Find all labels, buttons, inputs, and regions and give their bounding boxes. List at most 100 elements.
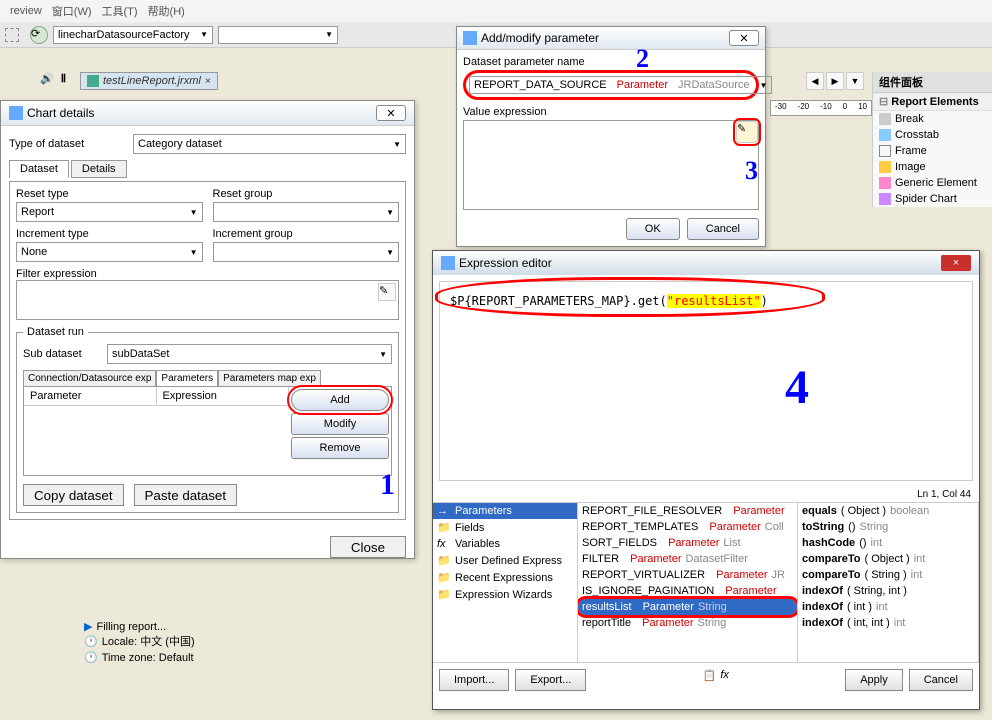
filter-input[interactable]: ✎: [16, 280, 399, 320]
method-item[interactable]: indexOf( int, int ) int: [798, 615, 978, 631]
param-item[interactable]: reportTitle Parameter String: [578, 615, 797, 631]
close-button[interactable]: Close: [330, 536, 406, 558]
tab-param-map[interactable]: Parameters map exp: [218, 370, 321, 387]
chart-details-titlebar: Chart details ✕: [1, 101, 414, 126]
value-expr-input[interactable]: ✎: [463, 120, 759, 210]
chart-details-dialog: Chart details ✕ Type of dataset Category…: [0, 100, 415, 559]
tab-details[interactable]: Details: [71, 160, 127, 178]
method-item[interactable]: indexOf( int ) int: [798, 599, 978, 615]
second-select[interactable]: ▼: [218, 26, 338, 44]
cat-variables[interactable]: fxVariables: [433, 536, 577, 552]
add-button[interactable]: Add: [291, 389, 389, 411]
type-select[interactable]: Category dataset ▼: [133, 134, 406, 154]
datasource-icon[interactable]: ⟳: [30, 26, 48, 44]
tab-parameters[interactable]: Parameters: [156, 370, 218, 387]
method-item[interactable]: compareTo( String ) int: [798, 567, 978, 583]
palette-item-break[interactable]: Break: [873, 111, 992, 127]
sound-toggle[interactable]: 🔊 Ⅱ: [40, 72, 66, 85]
chevron-down-icon: ▼: [200, 30, 208, 39]
dialog-icon: [441, 256, 455, 270]
method-item[interactable]: compareTo( Object ) int: [798, 551, 978, 567]
file-tab[interactable]: testLineReport.jrxml ×: [80, 72, 218, 90]
tick: -30: [775, 102, 787, 114]
close-button[interactable]: ✕: [376, 105, 406, 121]
expression-code-area[interactable]: $P{REPORT_PARAMETERS_MAP}.get("resultsLi…: [439, 281, 973, 481]
tab-connection[interactable]: Connection/Datasource exp: [23, 370, 156, 387]
remove-button[interactable]: Remove: [291, 437, 389, 459]
cat-user-defined[interactable]: 📁User Defined Express: [433, 552, 577, 569]
param-name-select[interactable]: REPORT_DATA_SOURCE Parameter JRDataSourc…: [469, 76, 772, 94]
menu-help[interactable]: 帮助(H): [148, 3, 185, 19]
apply-button[interactable]: Apply: [845, 669, 903, 691]
reset-group-select[interactable]: ▼: [213, 202, 400, 222]
cat-fields[interactable]: 📁Fields: [433, 519, 577, 536]
method-list: equals( Object ) booleantoString() Strin…: [798, 503, 979, 662]
paste-dataset-button[interactable]: Paste dataset: [134, 484, 238, 506]
cat-wizards[interactable]: 📁Expression Wizards: [433, 586, 577, 603]
dataset-run-group: Dataset run Sub dataset subDataSet▼ Conn…: [16, 326, 399, 513]
datasource-value: linecharDatasourceFactory: [58, 29, 189, 41]
cat-recent[interactable]: 📁Recent Expressions: [433, 569, 577, 586]
palette-section: ⊟ Report Elements: [873, 93, 992, 111]
drag-handle-icon[interactable]: [5, 28, 19, 42]
locale-label: Locale: 中文 (中国): [102, 635, 195, 650]
cancel-button[interactable]: Cancel: [909, 669, 973, 691]
fx-icon[interactable]: fx: [720, 669, 729, 691]
tick: 10: [858, 102, 867, 114]
report-status: ▶Filling report... 🕐Locale: 中文 (中国) 🕐Tim…: [84, 620, 195, 666]
method-item[interactable]: toString() String: [798, 519, 978, 535]
prev-icon[interactable]: ◀: [806, 72, 824, 90]
close-button[interactable]: ×: [941, 255, 971, 271]
close-icon[interactable]: ×: [205, 76, 211, 87]
cancel-button[interactable]: Cancel: [687, 218, 759, 240]
frame-icon: [879, 145, 891, 157]
generic-icon: [879, 177, 891, 189]
tick: 0: [843, 102, 847, 114]
param-item[interactable]: IS_IGNORE_PAGINATION Parameter: [578, 583, 797, 599]
chevron-down-icon: ▼: [190, 208, 198, 217]
palette-item-frame[interactable]: Frame: [873, 143, 992, 159]
subdataset-select[interactable]: subDataSet▼: [107, 344, 392, 364]
param-item[interactable]: REPORT_TEMPLATES Parameter Coll: [578, 519, 797, 535]
copy-dataset-button[interactable]: Copy dataset: [23, 484, 124, 506]
palette-item-crosstab[interactable]: Crosstab: [873, 127, 992, 143]
ok-button[interactable]: OK: [626, 218, 680, 240]
timezone-label: Time zone: Default: [102, 651, 194, 666]
method-item[interactable]: indexOf( String, int ): [798, 583, 978, 599]
dropdown-icon[interactable]: ▼: [846, 72, 864, 90]
menu-tools[interactable]: 工具(T): [102, 3, 138, 19]
chart-details-title: Chart details: [27, 106, 376, 120]
increment-type-select[interactable]: None▼: [16, 242, 203, 262]
palette-item-image[interactable]: Image: [873, 159, 992, 175]
file-icon: [87, 75, 99, 87]
palette-item-generic[interactable]: Generic Element: [873, 175, 992, 191]
copy-icon[interactable]: 📋: [703, 669, 717, 691]
tab-dataset[interactable]: Dataset: [9, 160, 69, 178]
palette-item-spider[interactable]: Spider Chart: [873, 191, 992, 207]
menu-window[interactable]: 窗口(W): [52, 3, 92, 19]
category-list: →Parameters 📁Fields fxVariables 📁User De…: [433, 503, 578, 662]
edit-icon[interactable]: ✎: [378, 283, 396, 301]
tick: -10: [820, 102, 832, 114]
param-item[interactable]: REPORT_VIRTUALIZER Parameter JR: [578, 567, 797, 583]
datasource-select[interactable]: linecharDatasourceFactory ▼: [53, 26, 213, 44]
param-item[interactable]: resultsList Parameter String: [578, 599, 797, 615]
param-item[interactable]: REPORT_FILE_RESOLVER Parameter: [578, 503, 797, 519]
next-icon[interactable]: ▶: [826, 72, 844, 90]
clock-icon: 🕐: [84, 635, 98, 650]
reset-type-select[interactable]: Report▼: [16, 202, 203, 222]
param-item[interactable]: FILTER Parameter DatasetFilter: [578, 551, 797, 567]
close-button[interactable]: ✕: [729, 30, 759, 46]
modify-button[interactable]: Modify: [291, 413, 389, 435]
chevron-down-icon: ▼: [325, 30, 333, 39]
param-item[interactable]: SORT_FIELDS Parameter List: [578, 535, 797, 551]
import-button[interactable]: Import...: [439, 669, 509, 691]
method-item[interactable]: equals( Object ) boolean: [798, 503, 978, 519]
method-item[interactable]: hashCode() int: [798, 535, 978, 551]
export-button[interactable]: Export...: [515, 669, 586, 691]
edit-expression-button[interactable]: ✎: [736, 121, 758, 143]
increment-group-select[interactable]: ▼: [213, 242, 400, 262]
type-label: Type of dataset: [9, 138, 129, 150]
cat-parameters[interactable]: →Parameters: [433, 503, 577, 519]
chart-icon: [9, 106, 23, 120]
